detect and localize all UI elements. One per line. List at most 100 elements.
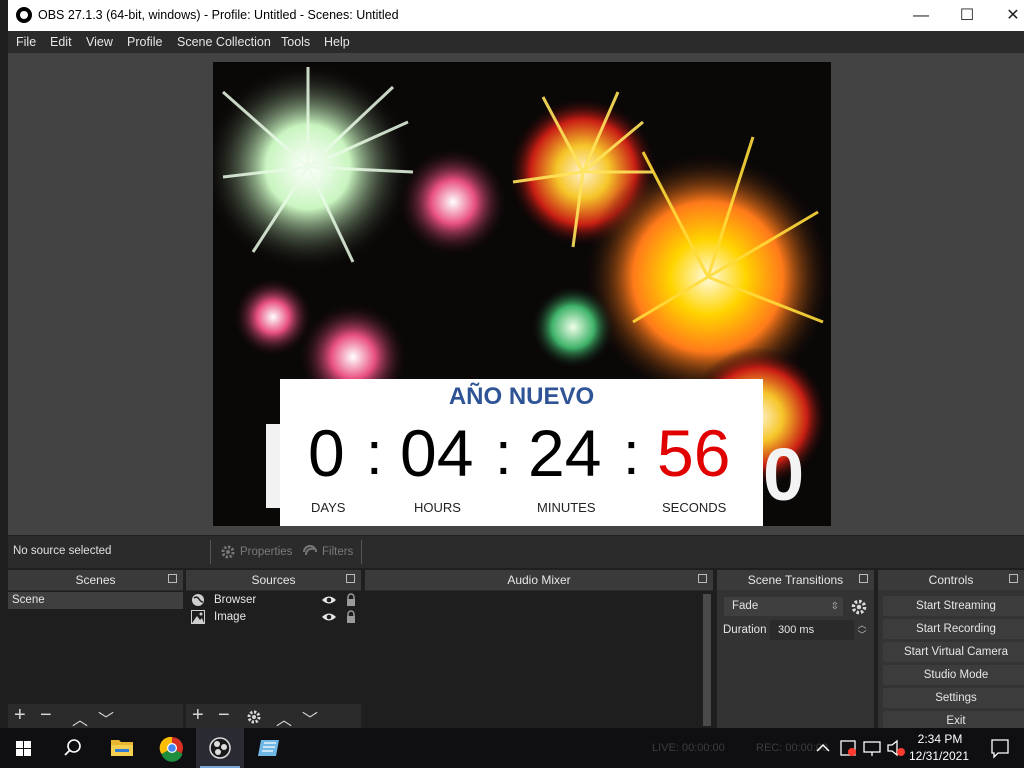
move-down-icon[interactable]: ﹀: [302, 706, 318, 730]
scene-item[interactable]: Scene: [8, 592, 183, 609]
move-down-icon[interactable]: ﹀: [98, 706, 114, 730]
transition-value: Fade: [732, 600, 759, 612]
scene-transitions-dock: Scene Transitions Fade ⇳ Duration 300 ms…: [717, 570, 874, 728]
countdown-widget: AÑO NUEVO 0 : 04 : 24 : 56 DAYS HOURS MI…: [280, 379, 763, 526]
remove-icon[interactable]: −: [40, 704, 52, 727]
move-up-icon[interactable]: ︿: [72, 706, 88, 730]
undock-icon[interactable]: [346, 574, 355, 583]
source-label: Image: [214, 611, 246, 623]
source-item[interactable]: Browser: [186, 592, 361, 609]
audio-mixer-title: Audio Mixer: [365, 570, 713, 590]
properties-label: Properties: [240, 546, 293, 558]
clock-time[interactable]: 2:34 PM: [910, 732, 970, 746]
countdown-separator: :: [623, 420, 640, 487]
menu-scene-collection[interactable]: Scene Collection: [177, 35, 271, 49]
source-item[interactable]: Image: [186, 609, 361, 626]
window-title: OBS 27.1.3 (64-bit, windows) - Profile: …: [38, 8, 399, 22]
properties-button[interactable]: Properties: [220, 541, 295, 563]
audio-mixer-area: [365, 591, 713, 728]
scenes-list[interactable]: Scene: [8, 591, 183, 704]
menu-help[interactable]: Help: [324, 35, 350, 49]
start-virtual-camera-button[interactable]: Start Virtual Camera: [883, 642, 1024, 662]
menu-view[interactable]: View: [86, 35, 113, 49]
remove-icon[interactable]: −: [218, 704, 230, 727]
scenes-toolbar: + − ︿ ﹀: [8, 704, 183, 730]
source-toolbar: No source selected Properties Filters: [8, 536, 1024, 568]
hours-label: HOURS: [414, 500, 461, 515]
chrome-icon[interactable]: [148, 728, 196, 768]
menu-profile[interactable]: Profile: [127, 35, 162, 49]
move-up-icon[interactable]: ︿: [276, 706, 292, 730]
add-icon[interactable]: +: [192, 704, 204, 727]
notification-icon[interactable]: [976, 728, 1024, 768]
title-bar: OBS 27.1.3 (64-bit, windows) - Profile: …: [8, 0, 1024, 31]
close-button[interactable]: ✕: [990, 0, 1024, 31]
increment-icon[interactable]: ︿: [855, 620, 869, 630]
start-streaming-button[interactable]: Start Streaming: [883, 596, 1024, 616]
divider: [361, 540, 362, 564]
visibility-eye-icon[interactable]: [321, 595, 337, 605]
taskbar: LIVE: 00:00:00 REC: 00:00:00 2:34 PM 12/…: [0, 728, 1024, 768]
minimize-button[interactable]: —: [898, 0, 944, 31]
clock-date[interactable]: 12/31/2021: [900, 749, 978, 763]
undock-icon[interactable]: [698, 574, 707, 583]
menu-edit[interactable]: Edit: [50, 35, 72, 49]
image-icon: [191, 610, 205, 624]
sources-list[interactable]: Browser Image: [186, 591, 361, 704]
studio-mode-button[interactable]: Studio Mode: [883, 665, 1024, 685]
source-label: Browser: [214, 594, 257, 606]
exit-button[interactable]: Exit: [883, 711, 1024, 728]
obs-taskbar-icon[interactable]: [196, 728, 244, 768]
live-status: LIVE: 00:00:00: [652, 742, 725, 754]
undock-icon[interactable]: [168, 574, 177, 583]
countdown-minutes: 24: [528, 416, 602, 490]
undock-icon[interactable]: [859, 574, 868, 583]
menu-bar: File Edit View Profile Scene Collection …: [8, 31, 1024, 53]
windows-start-icon[interactable]: [0, 728, 48, 768]
lock-icon[interactable]: [346, 610, 356, 623]
filters-button[interactable]: Filters: [302, 541, 358, 563]
controls-title: Controls: [878, 570, 1024, 590]
obs-logo-icon: [16, 7, 32, 23]
countdown-separator: :: [495, 420, 512, 487]
transition-select[interactable]: Fade ⇳: [724, 597, 843, 616]
gear-icon: [221, 545, 235, 559]
countdown-seconds: 56: [657, 416, 731, 490]
gear-icon[interactable]: [246, 709, 262, 725]
countdown-hours: 04: [400, 416, 474, 490]
minutes-label: MINUTES: [537, 500, 596, 515]
globe-icon: [192, 594, 204, 606]
duration-input[interactable]: 300 ms: [770, 620, 854, 640]
notepad-icon[interactable]: [246, 728, 294, 768]
no-source-label: No source selected: [13, 545, 112, 557]
chevron-up-icon[interactable]: [808, 728, 838, 768]
security-shield-icon[interactable]: [836, 728, 860, 768]
search-icon[interactable]: [48, 728, 96, 768]
gear-icon[interactable]: [850, 598, 868, 616]
countdown-separator: :: [366, 420, 383, 487]
scrollbar[interactable]: [703, 594, 711, 726]
file-explorer-icon[interactable]: [98, 728, 146, 768]
countdown-title: AÑO NUEVO: [448, 383, 595, 410]
lock-icon[interactable]: [346, 593, 356, 606]
days-label: DAYS: [311, 500, 346, 515]
decrement-icon[interactable]: ﹀: [855, 630, 869, 640]
start-recording-button[interactable]: Start Recording: [883, 619, 1024, 639]
network-icon[interactable]: [860, 728, 884, 768]
countdown-days: 0: [308, 416, 345, 490]
undock-icon[interactable]: [1009, 574, 1018, 583]
add-icon[interactable]: +: [14, 704, 26, 727]
visibility-eye-icon[interactable]: [321, 612, 337, 622]
sources-dock-title: Sources: [186, 570, 361, 590]
scene-transitions-title: Scene Transitions: [717, 570, 874, 590]
controls-dock: Controls Start Streaming Start Recording…: [878, 570, 1024, 728]
menu-file[interactable]: File: [16, 35, 36, 49]
settings-button[interactable]: Settings: [883, 688, 1024, 708]
filters-label: Filters: [322, 546, 354, 558]
filter-icon: [303, 545, 317, 556]
maximize-button[interactable]: ☐: [944, 0, 990, 31]
menu-tools[interactable]: Tools: [281, 35, 310, 49]
audio-mixer-dock: Audio Mixer: [365, 570, 713, 728]
scenes-dock-title: Scenes: [8, 570, 183, 590]
seconds-label: SECONDS: [662, 500, 727, 515]
